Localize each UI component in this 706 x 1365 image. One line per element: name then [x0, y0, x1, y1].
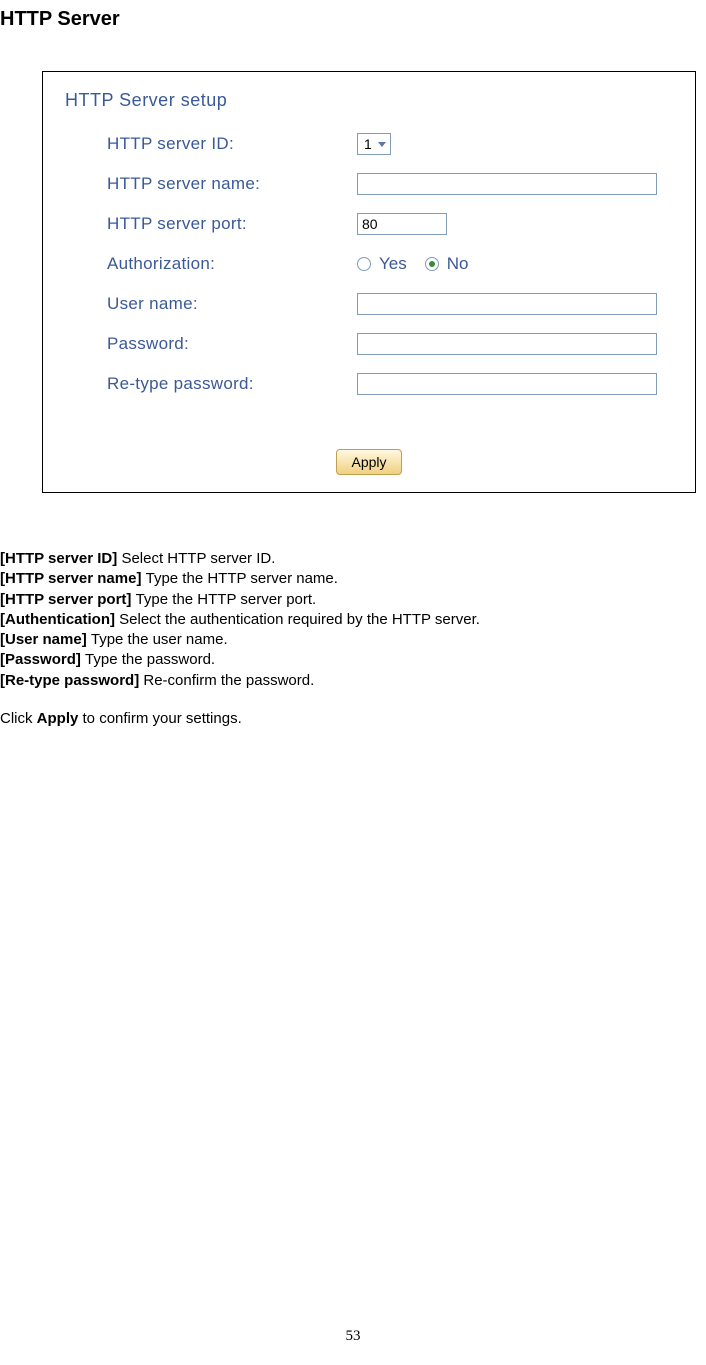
- retype-password-input[interactable]: [357, 373, 657, 395]
- server-id-value: 1: [364, 136, 372, 152]
- form-heading: HTTP Server setup: [65, 90, 681, 111]
- desc-server-id: [HTTP server ID] Select HTTP server ID.: [0, 549, 706, 569]
- form-screenshot-box: HTTP Server setup HTTP server ID: 1 HTTP…: [42, 71, 696, 493]
- user-name-input[interactable]: [357, 293, 657, 315]
- row-server-id: HTTP server ID: 1: [107, 129, 681, 159]
- auth-yes-radio[interactable]: [357, 257, 371, 271]
- server-port-input[interactable]: [357, 213, 447, 235]
- row-user-name: User name:: [107, 289, 681, 319]
- apply-row: Apply: [57, 449, 681, 475]
- authorization-radio-group: Yes No: [357, 254, 478, 274]
- label-server-port: HTTP server port:: [107, 214, 357, 234]
- row-server-name: HTTP server name:: [107, 169, 681, 199]
- password-input[interactable]: [357, 333, 657, 355]
- row-password: Password:: [107, 329, 681, 359]
- label-user-name: User name:: [107, 294, 357, 314]
- auth-no-radio[interactable]: [425, 257, 439, 271]
- auth-yes-label: Yes: [379, 254, 407, 274]
- label-server-name: HTTP server name:: [107, 174, 357, 194]
- page-number: 53: [0, 1328, 706, 1345]
- label-authorization: Authorization:: [107, 254, 357, 274]
- desc-user-name: [User name] Type the user name.: [0, 630, 706, 650]
- desc-password: [Password] Type the password.: [0, 650, 706, 670]
- server-id-select[interactable]: 1: [357, 133, 391, 155]
- desc-authentication: [Authentication] Select the authenticati…: [0, 610, 706, 630]
- desc-apply: Click Apply to confirm your settings.: [0, 709, 706, 729]
- label-password: Password:: [107, 334, 357, 354]
- descriptions-block: [HTTP server ID] Select HTTP server ID. …: [0, 549, 706, 729]
- desc-server-port: [HTTP server port] Type the HTTP server …: [0, 590, 706, 610]
- page-title: HTTP Server: [0, 0, 706, 31]
- server-name-input[interactable]: [357, 173, 657, 195]
- label-retype-password: Re-type password:: [107, 374, 357, 394]
- auth-no-label: No: [447, 254, 469, 274]
- row-authorization: Authorization: Yes No: [107, 249, 681, 279]
- apply-button[interactable]: Apply: [336, 449, 401, 475]
- chevron-down-icon: [378, 142, 386, 147]
- row-server-port: HTTP server port:: [107, 209, 681, 239]
- label-server-id: HTTP server ID:: [107, 134, 357, 154]
- desc-retype-password: [Re-type password] Re-confirm the passwo…: [0, 671, 706, 691]
- row-retype-password: Re-type password:: [107, 369, 681, 399]
- desc-server-name: [HTTP server name] Type the HTTP server …: [0, 569, 706, 589]
